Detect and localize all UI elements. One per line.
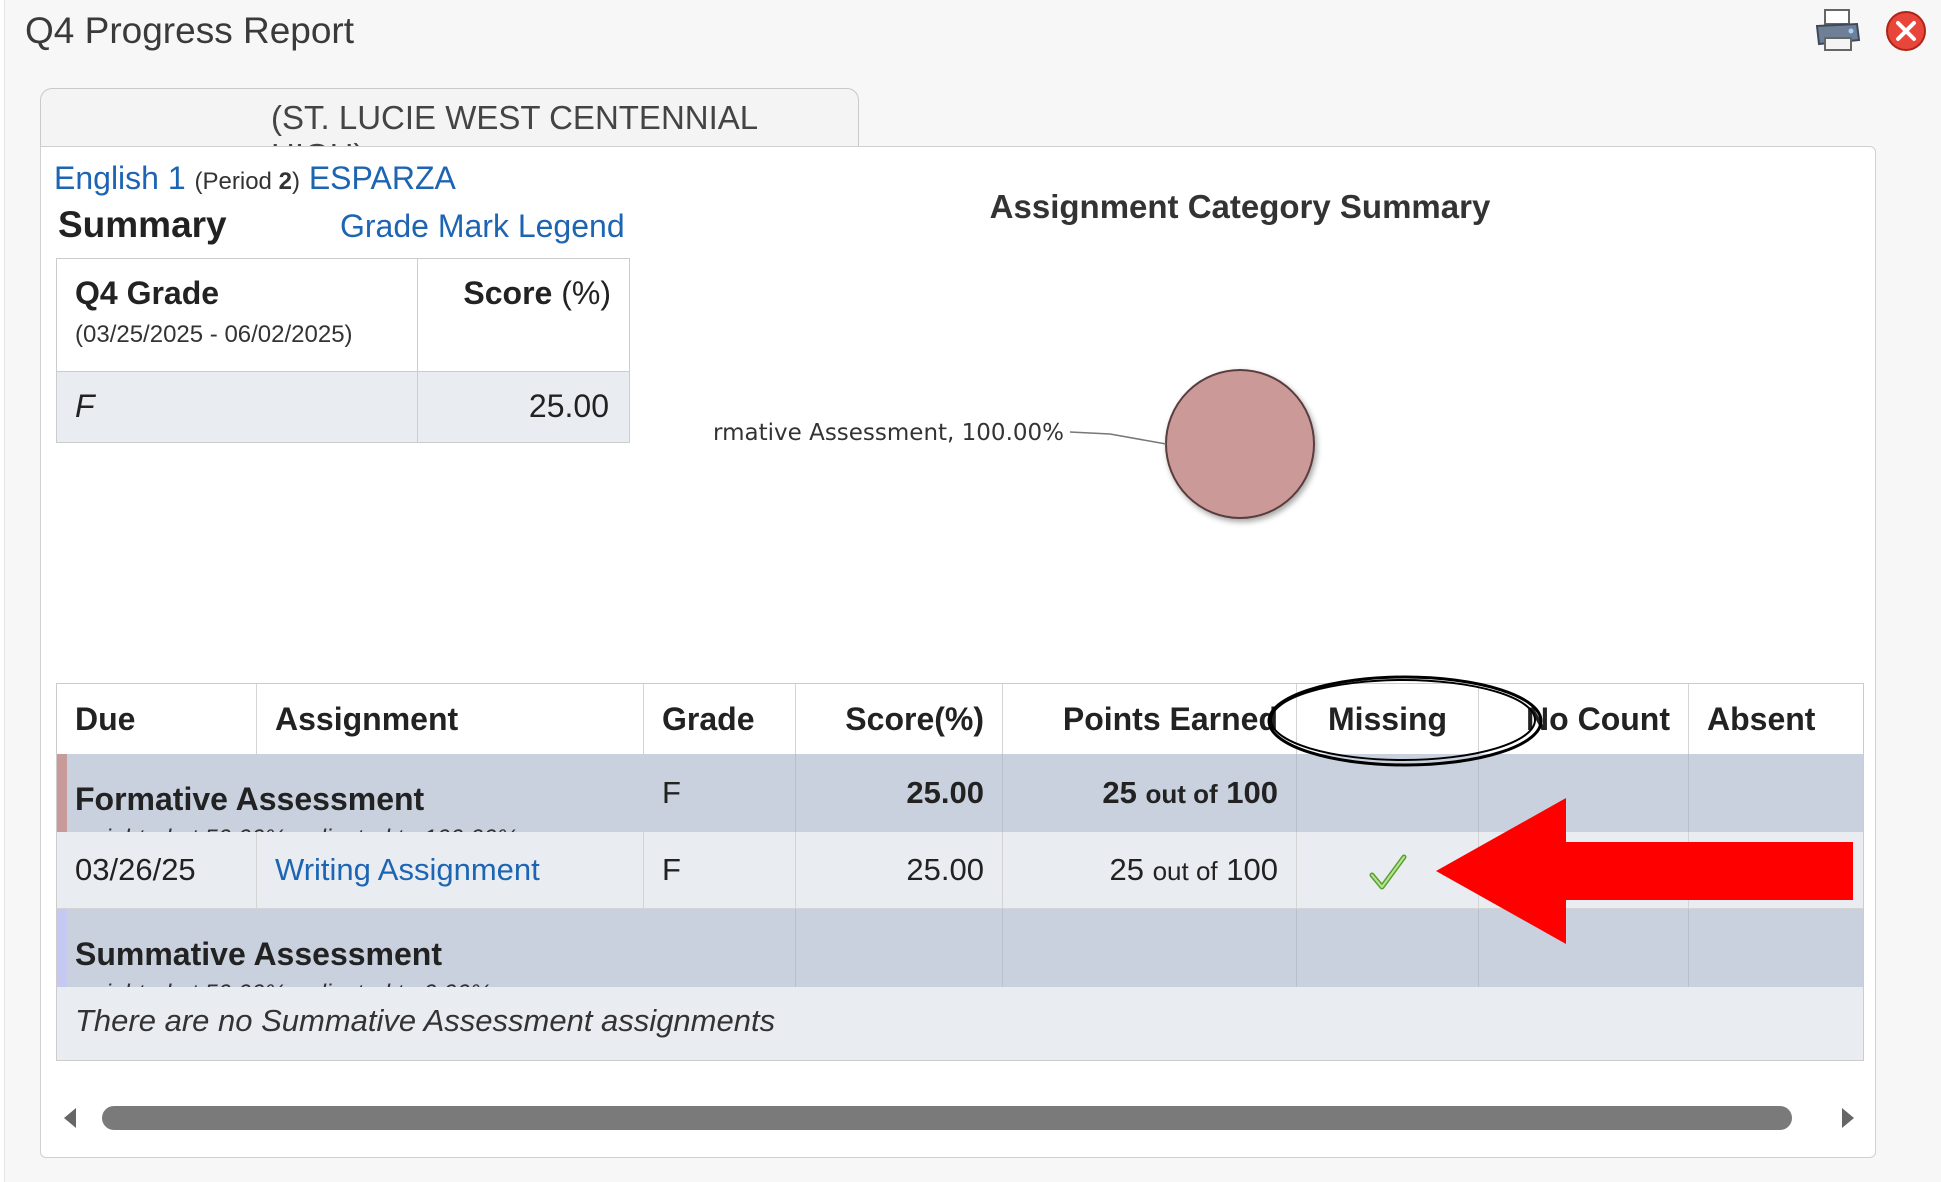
period-label: (Period 2)	[194, 168, 300, 195]
course-line: English 1 (Period 2) ESPARZA	[54, 160, 456, 197]
teacher-link[interactable]: ESPARZA	[309, 160, 456, 196]
scrollbar-thumb[interactable]	[102, 1106, 1792, 1130]
assignment-points: 25 out of 100	[1003, 832, 1297, 908]
empty-category-row: There are no Summative Assessment assign…	[57, 987, 1863, 1057]
assignment-grade: F	[644, 832, 796, 908]
category-points: 25 out of 100	[1003, 754, 1297, 832]
category-weight: weighted at 50.00%, adjusted to 0.00%	[75, 955, 491, 987]
category-points	[1003, 909, 1297, 987]
title-toolbar	[1811, 4, 1933, 58]
pie-slice-label: rmative Assessment, 100.00%	[713, 420, 1064, 446]
assignment-link[interactable]: Writing Assignment	[257, 832, 644, 908]
printer-icon[interactable]	[1811, 4, 1865, 58]
grade-summary-box: Q4 Grade (03/25/2025 - 06/02/2025) Score…	[56, 258, 630, 443]
grade-value-cell: F	[57, 372, 418, 442]
summary-heading: Summary	[58, 204, 227, 245]
category-score: 25.00	[796, 754, 1003, 832]
col-due[interactable]: Due	[57, 684, 257, 754]
horizontal-scrollbar[interactable]	[56, 1098, 1862, 1138]
category-grade	[644, 909, 796, 987]
red-arrow-icon	[1436, 798, 1853, 944]
score-header: Score (%)	[463, 275, 611, 311]
grade-mark-legend-link[interactable]: Grade Mark Legend	[340, 208, 625, 245]
category-cell: Formative Assessment weighted at 50.00%,…	[57, 754, 644, 832]
background-page-edge	[0, 0, 5, 1182]
category-grade: F	[644, 754, 796, 832]
grade-header-cell: Q4 Grade (03/25/2025 - 06/02/2025)	[57, 259, 418, 372]
checkmark-icon	[1369, 854, 1406, 890]
score-header-cell: Score (%)	[418, 259, 629, 372]
due-date: 03/26/25	[57, 832, 257, 908]
q4-grade-title: Q4 Grade	[75, 275, 220, 311]
col-score[interactable]: Score(%)	[796, 684, 1003, 754]
col-absent[interactable]: Absent	[1689, 684, 1863, 754]
col-assignment[interactable]: Assignment	[257, 684, 644, 754]
category-score	[796, 909, 1003, 987]
pie-slice[interactable]	[1165, 369, 1315, 519]
course-link[interactable]: English 1	[54, 160, 186, 196]
close-icon[interactable]	[1879, 4, 1933, 58]
assignment-score: 25.00	[796, 832, 1003, 908]
category-pie-chart: rmative Assessment, 100.00%	[713, 369, 1315, 519]
missing-highlight-ellipse	[1267, 675, 1543, 767]
score-value: 25.00	[528, 388, 609, 424]
grade-value: F	[75, 388, 95, 424]
chart-title: Assignment Category Summary	[989, 188, 1491, 225]
dialog-title: Q4 Progress Report	[25, 10, 355, 51]
empty-message: There are no Summative Assessment assign…	[75, 1003, 776, 1038]
slice-label-connector	[1069, 431, 1167, 445]
tab-school[interactable]: (ST. LUCIE WEST CENTENNIAL HIGH)	[40, 88, 859, 174]
table-header: Due Assignment Grade Score(%) Points Ear…	[57, 684, 1863, 755]
category-weight: weighted at 50.00%, adjusted to 100.00%	[75, 800, 518, 832]
grading-period-dates: (03/25/2025 - 06/02/2025)	[75, 321, 353, 348]
col-grade[interactable]: Grade	[644, 684, 796, 754]
score-value-cell: 25.00	[418, 372, 629, 442]
category-cell: Summative Assessment weighted at 50.00%,…	[57, 909, 644, 987]
scroll-right-icon[interactable]	[1836, 1106, 1858, 1130]
col-points-earned[interactable]: Points Earned	[1003, 684, 1297, 754]
scroll-left-icon[interactable]	[60, 1106, 82, 1130]
